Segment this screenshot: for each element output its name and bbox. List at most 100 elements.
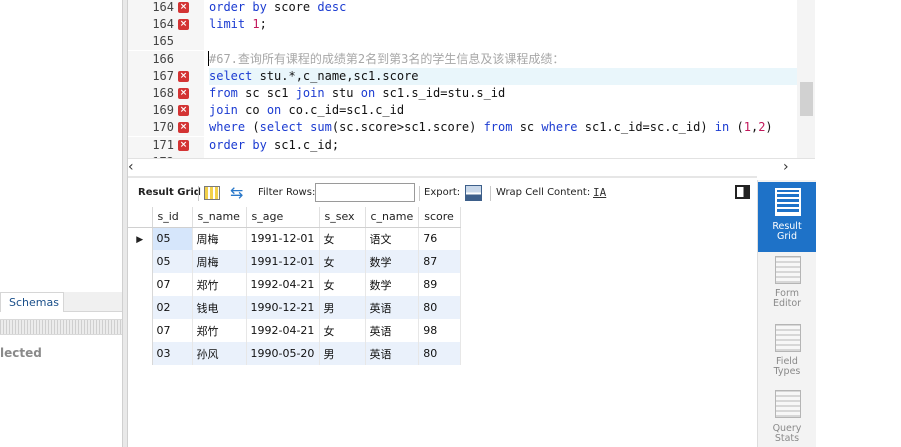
table-cell[interactable]: 女	[319, 319, 366, 342]
filter-rows-input[interactable]	[315, 183, 415, 202]
editor-line[interactable]: 165	[128, 33, 798, 51]
line-number: 169	[152, 103, 174, 118]
table-cell[interactable]: 80	[418, 296, 462, 319]
table-cell[interactable]: 03	[152, 342, 193, 365]
row-marker[interactable]	[128, 273, 153, 296]
editor-horizontal-scrollbar[interactable]	[128, 158, 815, 176]
table-cell[interactable]: 周梅	[192, 250, 247, 273]
side-button-label: Types	[773, 366, 801, 377]
table-cell[interactable]: 钱电	[192, 296, 247, 319]
table-cell[interactable]: 02	[152, 296, 193, 319]
table-cell[interactable]: 英语	[365, 319, 420, 342]
table-row[interactable]: ▶ 05 周梅 1991-12-01 女语文 76	[128, 227, 462, 250]
column-header-c-name[interactable]: c_name	[365, 207, 420, 228]
table-row[interactable]: 03 孙风 1990-05-20 男英语 80	[128, 342, 462, 365]
table-cell[interactable]: 98	[418, 319, 462, 342]
table-cell[interactable]: 89	[418, 273, 462, 296]
error-marker-icon[interactable]: ×	[178, 105, 189, 117]
field-types-button[interactable]: Field Types	[758, 320, 816, 390]
table-cell[interactable]: 1991-12-01	[246, 227, 320, 250]
table-cell[interactable]: 数学	[365, 250, 420, 273]
error-marker-icon[interactable]: ×	[178, 70, 189, 82]
line-number: 166	[152, 51, 174, 66]
table-cell[interactable]: 1990-05-20	[246, 342, 320, 365]
toggle-side-panel-icon[interactable]	[735, 185, 750, 199]
query-stats-button[interactable]: Query Stats	[758, 386, 816, 447]
form-editor-button[interactable]: Form Editor	[758, 252, 816, 322]
editor-scroll-thumb[interactable]	[800, 82, 813, 116]
editor-line[interactable]: 164 × limit 1;	[128, 16, 798, 34]
table-cell[interactable]: 女	[319, 273, 366, 296]
scroll-left-icon[interactable]: ‹	[128, 160, 142, 174]
table-cell[interactable]: 87	[418, 250, 462, 273]
editor-line[interactable]: 164 × order by score desc	[128, 0, 798, 16]
editor-line[interactable]: 170 × where (select sum(sc.score>sc1.score…	[128, 119, 798, 137]
editor-vertical-scrollbar[interactable]	[797, 0, 815, 158]
table-cell[interactable]: 语文	[365, 227, 420, 250]
row-marker[interactable]	[128, 342, 153, 365]
table-cell[interactable]: 周梅	[192, 227, 247, 250]
table-cell[interactable]: 数学	[365, 273, 420, 296]
error-marker-icon[interactable]: ×	[178, 139, 189, 151]
editor-line[interactable]: 169 × join co on co.c_id=sc1.c_id	[128, 102, 798, 120]
sql-editor[interactable]: 164 × order by score desc 164 × limit 1; 165 16…	[128, 0, 815, 158]
table-cell[interactable]: 07	[152, 273, 193, 296]
row-marker[interactable]	[128, 319, 153, 342]
editor-line[interactable]: 166 #67.查询所有课程的成绩第2名到第3名的学生信息及该课程成绩：	[128, 50, 798, 68]
table-cell[interactable]: 男	[319, 342, 366, 365]
result-grid-icon	[775, 188, 801, 216]
editor-line[interactable]: 168 × from sc sc1 join stu on sc1.s_id=stu…	[128, 85, 798, 102]
code-token: desc	[317, 0, 347, 14]
error-marker-icon[interactable]: ×	[178, 2, 189, 13]
result-grid-button[interactable]: Result Grid	[758, 182, 816, 252]
column-header-s-name[interactable]: s_name	[192, 207, 247, 228]
table-cell[interactable]: 男	[319, 296, 366, 319]
table-cell[interactable]: 女	[319, 250, 366, 273]
table-row[interactable]: 07 郑竹 1992-04-21 女英语 98	[128, 319, 462, 342]
field-types-icon	[775, 324, 801, 352]
table-cell[interactable]: 郑竹	[192, 319, 247, 342]
table-cell[interactable]: 1992-04-21	[246, 319, 320, 342]
code-text: from sc sc1 join stu on sc1.s_id=stu.s_i…	[209, 85, 505, 102]
table-cell[interactable]: 英语	[365, 296, 420, 319]
table-cell[interactable]: 孙风	[192, 342, 247, 365]
table-cell[interactable]: 1992-04-21	[246, 273, 320, 296]
tab-schemas[interactable]: Schemas	[0, 292, 64, 312]
refresh-icon[interactable]: ⇆	[230, 184, 250, 202]
grid-view-icon[interactable]	[204, 186, 220, 200]
column-header-s-sex[interactable]: s_sex	[319, 207, 366, 228]
table-cell[interactable]: 女	[319, 227, 366, 250]
export-icon[interactable]	[465, 185, 482, 201]
wrap-cell-content-icon[interactable]: IA	[593, 185, 607, 201]
editor-line[interactable]: 167 × select stu.*,c_name,sc1.score	[128, 67, 798, 85]
table-cell[interactable]: 05	[152, 250, 193, 273]
table-row[interactable]: 07 郑竹 1992-04-21 女数学 89	[128, 273, 462, 296]
table-row[interactable]: 05 周梅 1991-12-01 女数学 87	[128, 250, 462, 273]
table-cell[interactable]: 1991-12-01	[246, 250, 320, 273]
table-cell[interactable]: 05	[152, 227, 193, 250]
error-marker-icon[interactable]: ×	[178, 88, 189, 99]
column-header-s-id[interactable]: s_id	[152, 207, 193, 228]
row-marker[interactable]: ▶	[128, 227, 153, 250]
result-grid[interactable]: s_id s_name s_age s_sex c_name score ▶ 05…	[128, 207, 757, 447]
line-number: 164	[152, 0, 174, 14]
code-token: join	[295, 86, 332, 100]
scroll-right-icon[interactable]: ›	[783, 160, 797, 174]
navigator-splitter[interactable]	[0, 319, 122, 335]
error-marker-icon[interactable]: ×	[178, 122, 189, 134]
table-row[interactable]: 02 钱电 1990-12-21 男英语 80	[128, 296, 462, 319]
table-cell[interactable]: 英语	[365, 342, 420, 365]
error-marker-icon[interactable]: ×	[178, 19, 189, 31]
table-cell[interactable]: 郑竹	[192, 273, 247, 296]
table-cell[interactable]: 1990-12-21	[246, 296, 320, 319]
code-text: order by sc1.c_id;	[209, 137, 339, 154]
editor-line[interactable]: 171 × order by sc1.c_id;	[128, 136, 798, 154]
export-label: Export:	[424, 187, 461, 198]
column-header-score[interactable]: score	[418, 207, 462, 228]
table-cell[interactable]: 76	[418, 227, 462, 250]
row-marker[interactable]	[128, 296, 153, 319]
table-cell[interactable]: 07	[152, 319, 193, 342]
row-marker[interactable]	[128, 250, 153, 273]
column-header-s-age[interactable]: s_age	[246, 207, 320, 228]
table-cell[interactable]: 80	[418, 342, 462, 365]
